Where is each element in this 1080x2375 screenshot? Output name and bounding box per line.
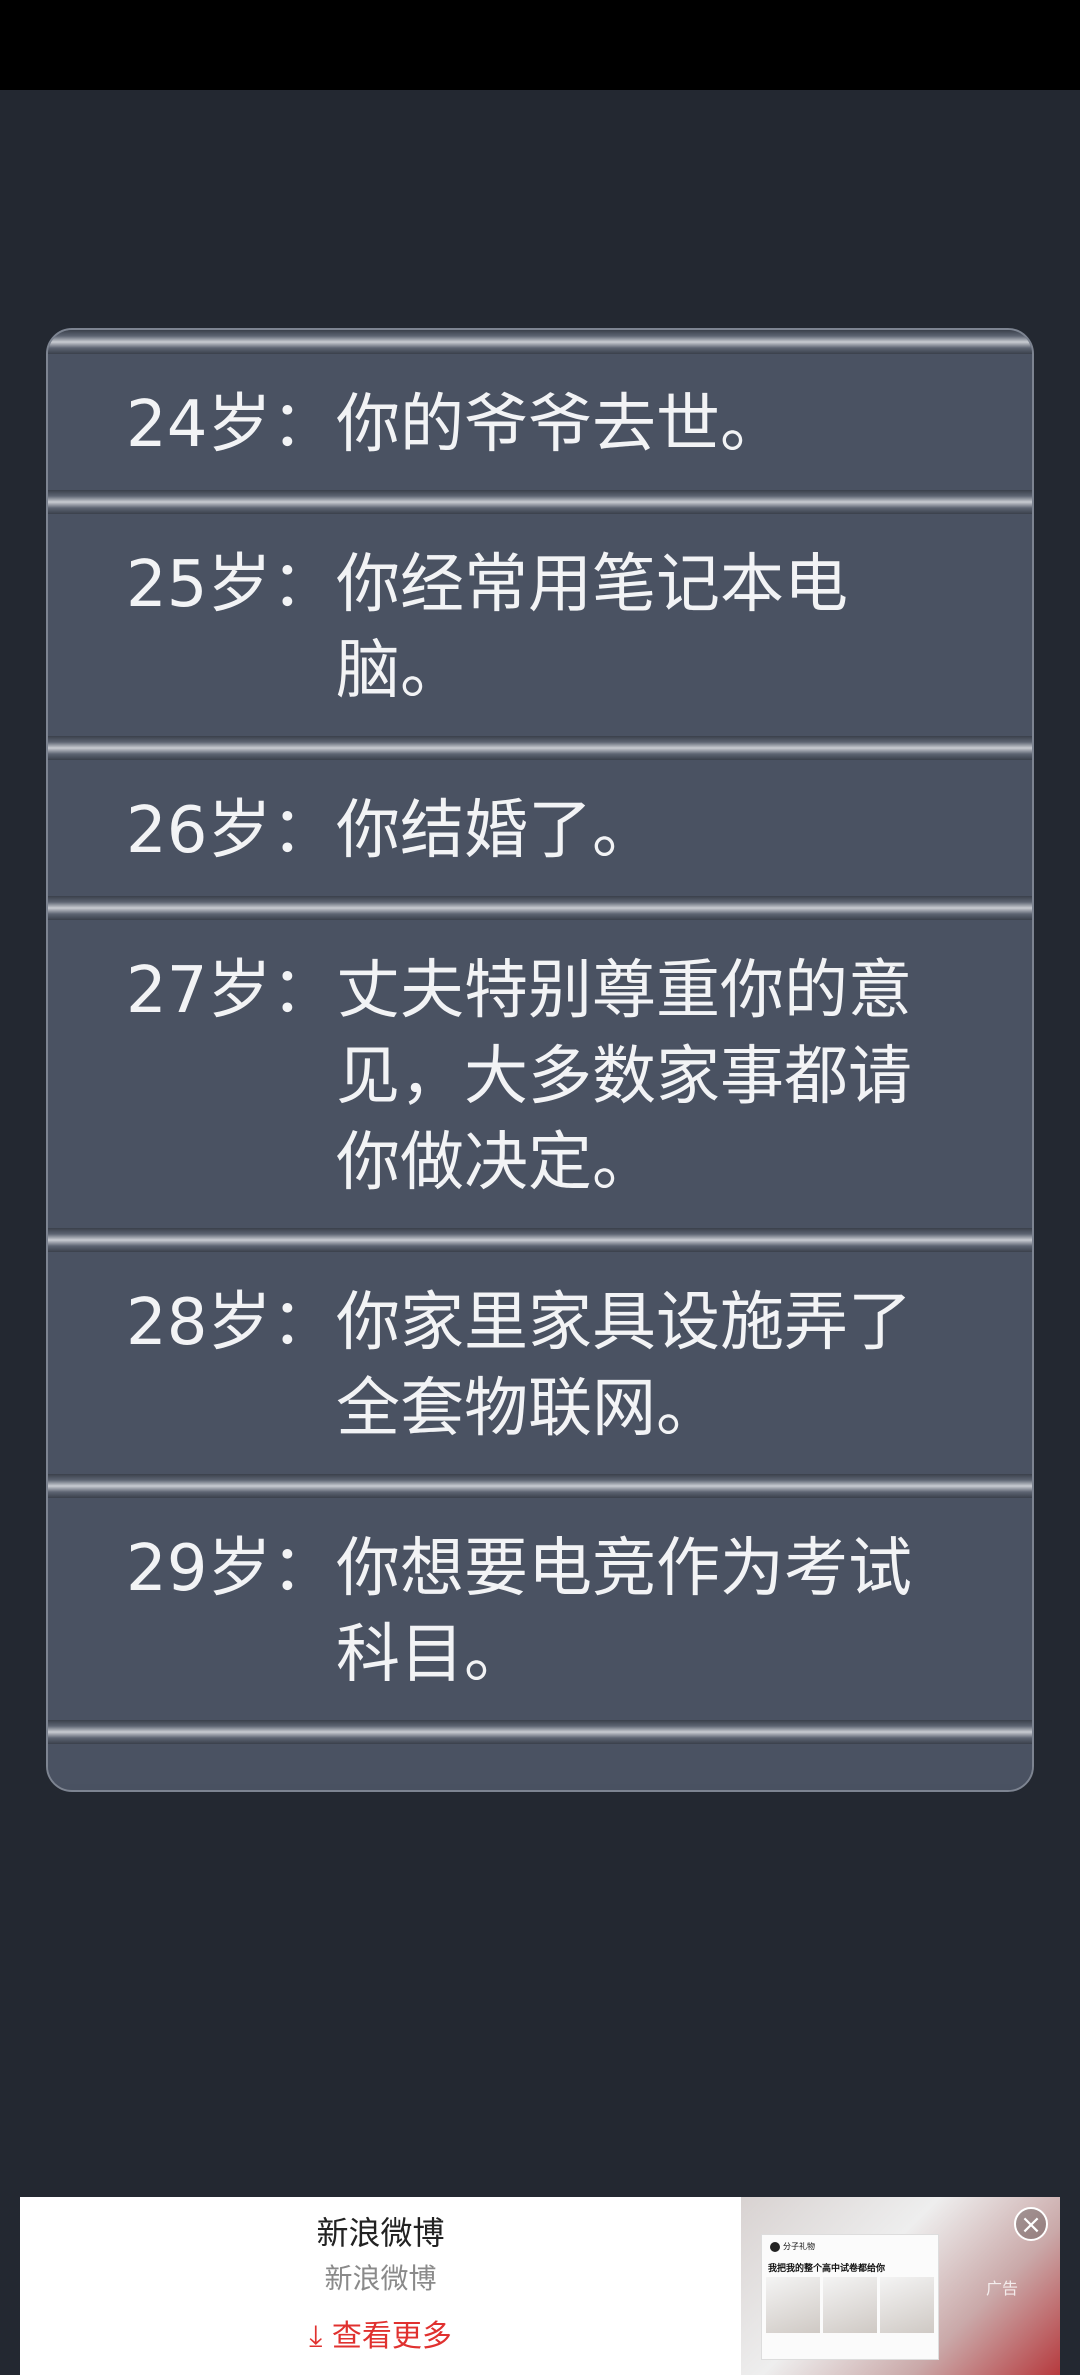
thumbnail xyxy=(880,2277,934,2333)
entry-age: 26岁： xyxy=(126,794,336,868)
divider xyxy=(48,736,1032,760)
timeline-entry-24: 24岁： 你的爷爷去世。 xyxy=(48,354,1032,490)
divider xyxy=(48,1720,1032,1744)
timeline-entry-cut-off xyxy=(48,1744,1032,1784)
view-more-label: 查看更多 xyxy=(331,2319,452,2354)
ad-text-area[interactable]: 新浪微博 新浪微博 ⤓ 查看更多 xyxy=(20,2197,741,2375)
card-thumbnails xyxy=(766,2277,934,2333)
ad-preview-card: 分子礼物 我把我的整个高中试卷都给你 xyxy=(761,2234,939,2360)
entry-age: 25岁： xyxy=(126,548,336,622)
timeline-entry-26: 26岁： 你结婚了。 xyxy=(48,760,1032,896)
divider xyxy=(48,1228,1032,1252)
card-author: 分子礼物 xyxy=(770,2241,815,2252)
divider xyxy=(48,1474,1032,1498)
ad-subtitle: 新浪微博 xyxy=(324,2262,437,2295)
ad-title: 新浪微博 xyxy=(316,2214,445,2252)
entry-age: 28岁： xyxy=(126,1286,336,1360)
entry-text: 你的爷爷去世。 xyxy=(336,388,784,462)
close-icon[interactable]: × xyxy=(1014,2207,1048,2241)
timeline-entry-28: 28岁： 你家里家具设施弄了全套物联网。 xyxy=(48,1252,1032,1474)
entry-text: 你家里家具设施弄了全套物联网。 xyxy=(336,1286,912,1446)
entry-age: 24岁： xyxy=(126,388,336,462)
thumbnail xyxy=(766,2277,820,2333)
life-timeline-panel[interactable]: 24岁： 你的爷爷去世。 25岁： 你经常用笔记本电脑。 26岁： 你结婚了。 … xyxy=(46,328,1034,1792)
entry-text: 你结婚了。 xyxy=(336,794,656,868)
thumbnail xyxy=(823,2277,877,2333)
timeline-entry-27: 27岁： 丈夫特别尊重你的意见，大多数家事都请你做决定。 xyxy=(48,920,1032,1228)
ad-label: 广告 xyxy=(985,2279,1018,2298)
entry-text: 丈夫特别尊重你的意见，大多数家事都请你做决定。 xyxy=(336,954,912,1200)
ad-banner[interactable]: 新浪微博 新浪微博 ⤓ 查看更多 分子礼物 我把我的整个高中试卷都给你 广告 × xyxy=(20,2197,1060,2375)
entry-age: 27岁： xyxy=(126,954,336,1028)
entry-text: 你想要电竞作为考试科目。 xyxy=(336,1532,912,1692)
entry-age: 29岁： xyxy=(126,1532,336,1606)
status-bar xyxy=(0,0,1080,90)
avatar xyxy=(770,2241,780,2252)
card-caption: 我把我的整个高中试卷都给你 xyxy=(768,2264,886,2274)
download-arrow-icon: ⤓ xyxy=(309,2319,323,2354)
timeline-entry-25: 25岁： 你经常用笔记本电脑。 xyxy=(48,514,1032,736)
entry-text: 你经常用笔记本电脑。 xyxy=(336,548,848,708)
divider xyxy=(48,490,1032,514)
divider xyxy=(48,330,1032,354)
divider xyxy=(48,896,1032,920)
ad-image[interactable]: 分子礼物 我把我的整个高中试卷都给你 广告 × xyxy=(741,2197,1060,2375)
view-more-button[interactable]: ⤓ 查看更多 xyxy=(20,2315,741,2359)
card-author-name: 分子礼物 xyxy=(783,2242,815,2251)
timeline-entry-29: 29岁： 你想要电竞作为考试科目。 xyxy=(48,1498,1032,1720)
